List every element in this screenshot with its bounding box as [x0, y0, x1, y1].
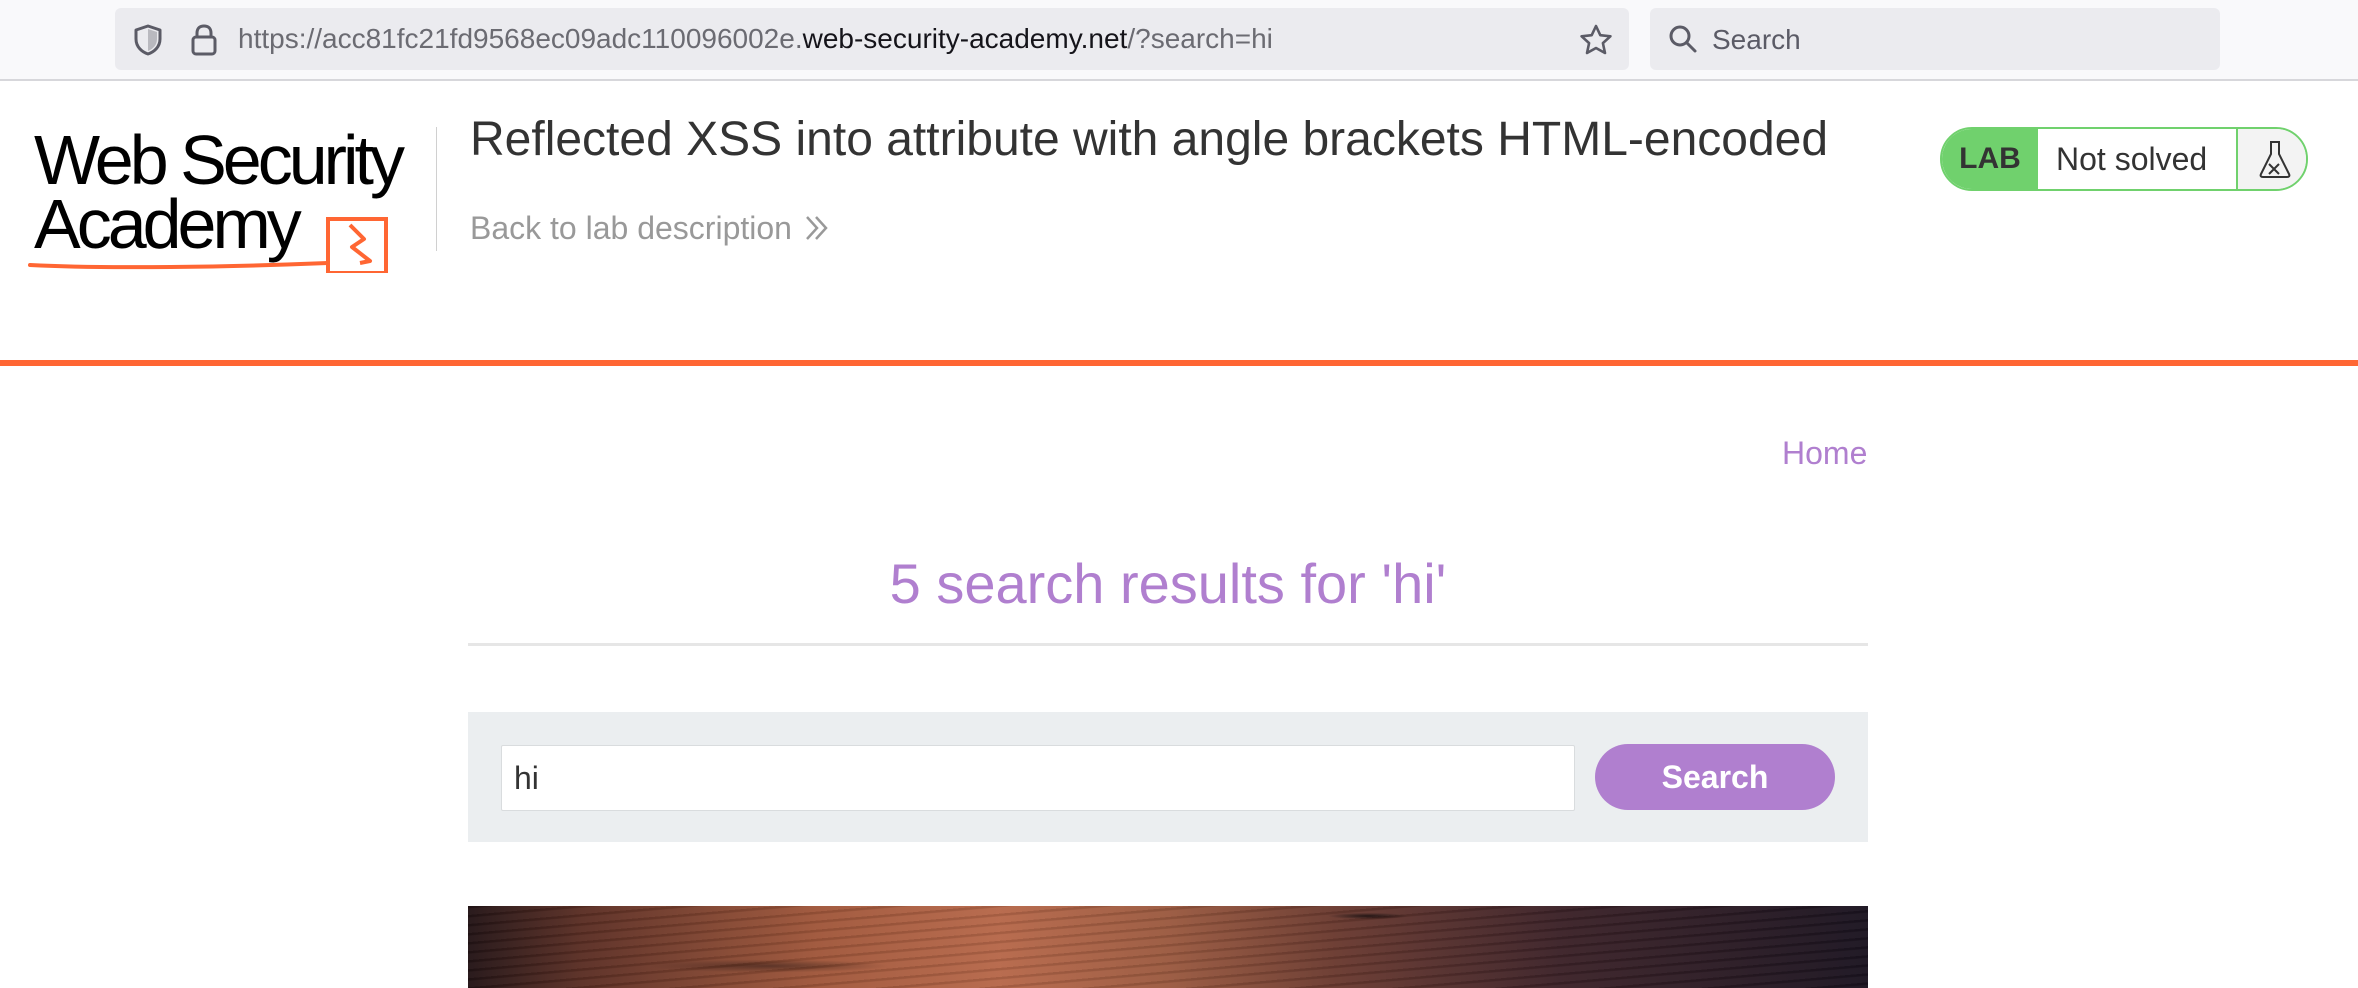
url-suffix: /?search=hi — [1127, 23, 1273, 54]
lab-title: Reflected XSS into attribute with angle … — [470, 113, 1829, 166]
search-form: Search — [468, 712, 1868, 842]
search-input[interactable] — [501, 745, 1575, 811]
flask-icon — [2259, 141, 2291, 178]
heading-divider — [468, 643, 1868, 646]
lab-label: LAB — [1942, 129, 2038, 189]
search-results-heading: 5 search results for 'hi' — [889, 552, 1447, 615]
address-bar[interactable]: https://acc81fc21fd9568ec09adc110096002e… — [115, 8, 1629, 70]
bookmark-star-icon[interactable] — [1579, 24, 1613, 61]
browser-toolbar: https://acc81fc21fd9568ec09adc110096002e… — [0, 0, 2358, 81]
tracking-protection-shield-icon[interactable] — [133, 24, 163, 61]
header-divider — [436, 127, 437, 251]
url-domain: web-security-academy.net — [802, 23, 1128, 54]
lab-status-badge: LAB Not solved — [1940, 127, 2308, 191]
double-chevron-right-icon — [804, 211, 830, 251]
back-link-label: Back to lab description — [470, 210, 792, 246]
lock-icon[interactable] — [191, 24, 217, 61]
flask-icon-container — [2236, 129, 2306, 189]
lab-status-text: Not solved — [2056, 141, 2208, 177]
url-prefix: https://acc81fc21fd9568ec09adc110096002e… — [238, 23, 803, 54]
home-link[interactable]: Home — [1782, 433, 1867, 473]
search-icon — [1668, 24, 1698, 59]
web-security-academy-logo[interactable]: Web Security Academy — [28, 123, 438, 273]
search-button[interactable]: Search — [1595, 744, 1835, 810]
blog-post-image[interactable] — [468, 906, 1868, 988]
url-text[interactable]: https://acc81fc21fd9568ec09adc110096002e… — [238, 22, 1273, 56]
browser-search-placeholder: Search — [1712, 24, 1801, 55]
wood-texture — [468, 906, 1868, 988]
browser-search-box[interactable]: Search — [1650, 8, 2220, 70]
back-to-lab-description-link[interactable]: Back to lab description — [470, 208, 830, 251]
lab-header: Web Security Academy Reflected XSS into … — [0, 83, 2358, 366]
logo-text-line2: Academy — [34, 185, 302, 263]
